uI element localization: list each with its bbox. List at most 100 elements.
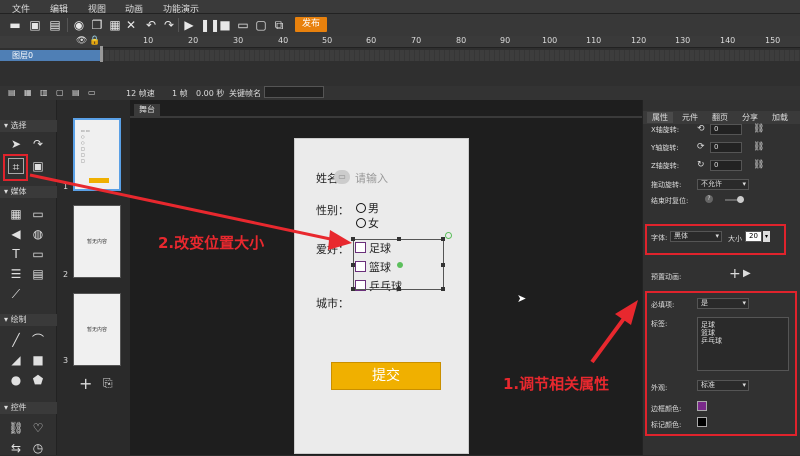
rect-icon[interactable]: ■ bbox=[30, 352, 46, 368]
resize-handle[interactable] bbox=[441, 263, 445, 267]
export-icon[interactable]: ⧉ bbox=[272, 18, 286, 32]
resize-handle[interactable] bbox=[441, 287, 445, 291]
resize-handle[interactable] bbox=[351, 287, 355, 291]
new-layer-icon[interactable]: ▤ bbox=[8, 88, 16, 97]
shape-icon[interactable]: ◢ bbox=[8, 352, 24, 368]
page-thumb-1[interactable]: ▭ ▭ ○ ○ □ □ □ bbox=[73, 118, 121, 191]
section-media[interactable]: ▾ 媒体 bbox=[0, 186, 57, 198]
redo-icon[interactable]: ↷ bbox=[162, 18, 176, 32]
lasso-icon[interactable]: ↷ bbox=[30, 136, 46, 152]
stop-icon[interactable]: ■ bbox=[218, 18, 232, 32]
crop-icon[interactable]: ▣ bbox=[30, 158, 46, 174]
save-icon[interactable]: ▤ bbox=[48, 18, 62, 32]
video-icon[interactable]: ◍ bbox=[30, 226, 46, 242]
rot-z-input[interactable]: 0 bbox=[710, 160, 742, 171]
link-icon[interactable]: ⛓ bbox=[753, 124, 764, 134]
resize-handle[interactable] bbox=[351, 263, 355, 267]
pointer-icon[interactable]: ➤ bbox=[8, 136, 24, 152]
visibility-icon[interactable]: 👁 bbox=[76, 36, 87, 46]
preview-icon[interactable]: ▭ bbox=[236, 18, 250, 32]
share-icon[interactable]: ⇆ bbox=[8, 440, 24, 456]
image-icon[interactable]: ▭ bbox=[30, 206, 46, 222]
tab-load[interactable]: 加载 bbox=[767, 112, 793, 123]
add-page-icon[interactable]: + bbox=[79, 374, 92, 393]
resize-handle[interactable] bbox=[397, 287, 401, 291]
tab-share[interactable]: 分享 bbox=[737, 112, 763, 123]
timeline-ruler[interactable]: 10 20 30 40 50 60 70 80 90 100 110 120 1… bbox=[100, 36, 800, 48]
code-icon[interactable]: ▭ bbox=[30, 246, 46, 262]
help-icon[interactable]: ? bbox=[705, 195, 713, 203]
circle-icon[interactable]: ● bbox=[8, 372, 24, 388]
pause-icon[interactable]: ❚❚ bbox=[200, 18, 220, 32]
screen-icon[interactable]: ▢ bbox=[254, 18, 268, 32]
list-icon[interactable]: ☰ bbox=[8, 266, 24, 282]
rot-y-input[interactable]: 0 bbox=[710, 142, 742, 153]
ruler-label: 60 bbox=[366, 36, 377, 45]
ruler-label: 10 bbox=[143, 36, 154, 45]
frame-icon[interactable]: ▢ bbox=[56, 88, 64, 97]
playhead[interactable] bbox=[100, 46, 103, 62]
section-draw[interactable]: ▾ 绘制 bbox=[0, 314, 57, 326]
pivot-point[interactable] bbox=[397, 262, 403, 268]
radio-male[interactable] bbox=[356, 203, 366, 213]
web-icon[interactable]: ▤ bbox=[30, 266, 46, 282]
resize-handle[interactable] bbox=[351, 237, 355, 241]
tab-properties[interactable]: 属性 bbox=[647, 112, 673, 123]
frame-rate: 12 帧速 bbox=[126, 89, 155, 98]
text-icon[interactable]: T bbox=[8, 246, 24, 262]
eye-icon[interactable]: ◉ bbox=[72, 18, 86, 32]
toggle-knob[interactable] bbox=[737, 196, 744, 203]
page-thumb-2[interactable]: 暂无内容 bbox=[73, 205, 121, 278]
stage-tab[interactable]: 舞台 bbox=[134, 104, 160, 116]
ruler-label: 50 bbox=[322, 36, 333, 45]
play-icon[interactable]: ▶ bbox=[182, 18, 196, 32]
import-page-icon[interactable]: ⎘ bbox=[103, 376, 113, 391]
resize-handle[interactable] bbox=[397, 237, 401, 241]
new-file-icon[interactable]: ▬ bbox=[8, 18, 22, 32]
copy-icon[interactable]: ❐ bbox=[90, 18, 104, 32]
radio-female[interactable] bbox=[356, 218, 366, 228]
audio-icon[interactable]: ◀ bbox=[8, 226, 24, 242]
line-icon[interactable]: ╱ bbox=[8, 332, 24, 348]
tab-pageflip[interactable]: 翻页 bbox=[707, 112, 733, 123]
layer-0-frames[interactable] bbox=[100, 50, 800, 61]
name-input[interactable]: 请输入 bbox=[355, 170, 388, 186]
curve-icon[interactable]: ⌒ bbox=[30, 332, 46, 348]
keyframe-name-input[interactable] bbox=[264, 86, 324, 98]
rot-x-input[interactable]: 0 bbox=[710, 124, 742, 135]
link-icon[interactable]: ⛓ bbox=[753, 160, 764, 170]
time-readout: 0.00 秒 bbox=[196, 89, 225, 98]
undo-icon[interactable]: ↶ bbox=[144, 18, 158, 32]
selection-box[interactable] bbox=[351, 232, 452, 291]
keyframe-icon[interactable]: ▤ bbox=[72, 88, 80, 97]
open-file-icon[interactable]: ▣ bbox=[28, 18, 42, 32]
add-anim-icon[interactable]: + bbox=[729, 266, 741, 282]
folder-icon[interactable]: ▦ bbox=[24, 88, 32, 97]
chart-icon[interactable]: ⟋ bbox=[8, 286, 24, 302]
trash-icon[interactable]: ▥ bbox=[40, 88, 48, 97]
blank-frame-icon[interactable]: ▭ bbox=[88, 88, 96, 97]
page-thumb-3[interactable]: 暂无内容 bbox=[73, 293, 121, 366]
ruler-label: 90 bbox=[500, 36, 511, 45]
link-icon[interactable]: ⛓ bbox=[753, 142, 764, 152]
drag-rot-label: 拖动旋转: bbox=[651, 181, 682, 189]
pentagon-icon[interactable]: ⬟ bbox=[30, 372, 46, 388]
resize-handle[interactable] bbox=[441, 237, 445, 241]
layer-0[interactable]: 图层0 bbox=[0, 50, 100, 61]
play-anim-icon[interactable]: ▶ bbox=[743, 268, 751, 279]
rotate-handle[interactable] bbox=[445, 232, 452, 239]
tab-symbols[interactable]: 元件 bbox=[677, 112, 703, 123]
section-controls[interactable]: ▾ 控件 bbox=[0, 402, 57, 414]
delete-icon[interactable]: ✕ bbox=[124, 18, 138, 32]
timer-icon[interactable]: ◷ bbox=[30, 440, 46, 456]
section-select[interactable]: ▾ 选择 bbox=[0, 120, 57, 132]
submit-button[interactable]: 提交 bbox=[331, 362, 441, 390]
section-label: 选择 bbox=[10, 121, 27, 130]
lock-icon[interactable]: 🔒 bbox=[89, 36, 100, 46]
heart-icon[interactable]: ♡ bbox=[30, 420, 46, 436]
publish-button[interactable]: 发布 bbox=[295, 17, 327, 32]
link-icon[interactable]: ⛓ bbox=[8, 420, 24, 436]
paste-icon[interactable]: ▦ bbox=[108, 18, 122, 32]
grid-icon[interactable]: ▦ bbox=[8, 206, 24, 222]
drag-rot-select[interactable]: 不允许 bbox=[697, 179, 749, 190]
